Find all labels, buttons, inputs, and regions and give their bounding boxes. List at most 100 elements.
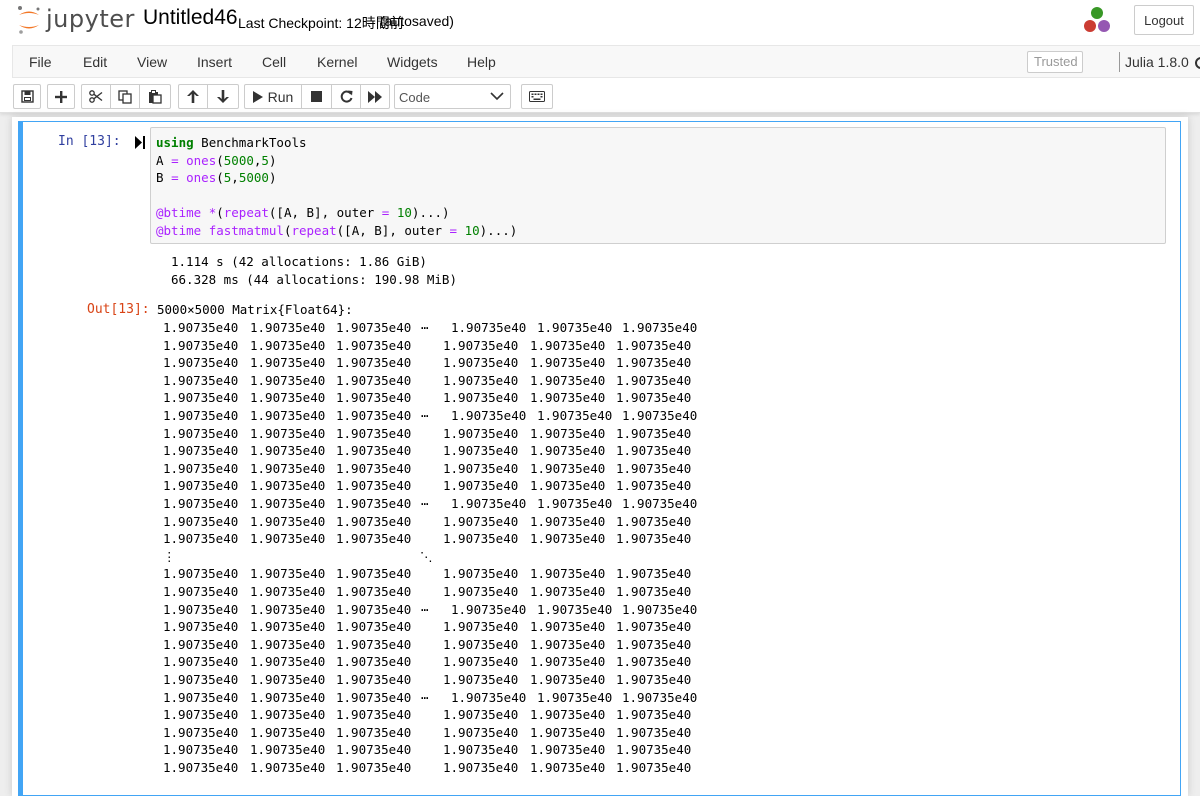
matrix-cell: 1.90735e40 xyxy=(443,355,519,371)
matrix-cell: 1.90735e40 xyxy=(250,724,326,740)
code-text[interactable]: using BenchmarkTools A = ones(5000,5) B … xyxy=(156,134,517,240)
matrix-cell: 1.90735e40 xyxy=(250,584,326,599)
stop-icon xyxy=(311,91,322,102)
matrix-cell: 1.90735e40 xyxy=(336,566,412,582)
chevron-down-icon xyxy=(490,92,504,101)
restart-run-all-button[interactable] xyxy=(360,84,390,109)
matrix-cell: 1.90735e40 xyxy=(530,390,606,406)
matrix-cell: 1.90735e40 xyxy=(443,566,519,582)
matrix-cell: 1.90735e40 xyxy=(616,584,692,599)
matrix-cell: 1.90735e40 xyxy=(616,443,692,459)
menu-edit[interactable]: Edit xyxy=(83,54,107,70)
matrix-cell: 1.90735e40 xyxy=(530,619,606,635)
run-label: Run xyxy=(267,88,294,105)
cell-type-select[interactable]: Code xyxy=(394,84,511,109)
restart-button[interactable] xyxy=(331,84,361,109)
menu-file[interactable]: File xyxy=(29,54,52,70)
matrix-cell: 1.90735e40 xyxy=(616,707,692,723)
matrix-cell: 1.90735e40 xyxy=(530,460,606,476)
menu-view[interactable]: View xyxy=(137,54,167,70)
jupyter-logo[interactable]: jupyter xyxy=(16,4,135,36)
matrix-cell: 1.90735e40 xyxy=(163,601,239,617)
matrix-cell: 1.90735e40 xyxy=(250,337,326,353)
matrix-cell: 1.90735e40 xyxy=(530,478,606,494)
menu-kernel[interactable]: Kernel xyxy=(317,54,357,70)
matrix-cell: 1.90735e40 xyxy=(530,566,606,582)
run-button[interactable]: Run xyxy=(244,84,302,109)
matrix-cell: 1.90735e40 xyxy=(336,390,412,406)
move-down-button[interactable] xyxy=(207,84,239,109)
notebook-name[interactable]: Untitled46 xyxy=(143,6,238,30)
interrupt-button[interactable] xyxy=(301,84,332,109)
kernel-name: Julia 1.8.0 xyxy=(1125,54,1189,70)
matrix-cell: 1.90735e40 xyxy=(336,672,412,687)
matrix-cell: 1.90735e40 xyxy=(250,531,326,547)
matrix-cell: 1.90735e40 xyxy=(163,425,239,441)
arrow-up-icon xyxy=(187,90,199,103)
logo-text: jupyter xyxy=(46,5,135,33)
copy-icon xyxy=(118,89,132,104)
cell-type-value: Code xyxy=(399,90,431,105)
matrix-cell: 1.90735e40 xyxy=(616,724,692,740)
matrix-cell: 1.90735e40 xyxy=(336,355,412,371)
matrix-cell: 1.90735e40 xyxy=(537,689,613,705)
save-button[interactable] xyxy=(13,84,41,109)
matrix-cell: 1.90735e40 xyxy=(163,478,239,494)
matrix-cell: 1.90735e40 xyxy=(443,443,519,459)
matrix-cell: 1.90735e40 xyxy=(336,513,412,529)
matrix-cell: 1.90735e40 xyxy=(530,742,606,758)
jupyter-logo-icon xyxy=(18,6,40,34)
matrix-cell: 1.90735e40 xyxy=(530,531,606,547)
matrix-cell: 1.90735e40 xyxy=(250,443,326,459)
matrix-cell: 1.90735e40 xyxy=(530,443,606,459)
matrix-cell: 1.90735e40 xyxy=(250,689,326,705)
matrix-cell: 1.90735e40 xyxy=(250,760,326,775)
matrix-cell: 1.90735e40 xyxy=(443,636,519,652)
command-palette-button[interactable] xyxy=(521,84,553,109)
matrix-cell: 1.90735e40 xyxy=(537,601,613,617)
matrix-cell: 1.90735e40 xyxy=(616,619,692,635)
matrix-cell: 1.90735e40 xyxy=(336,689,412,705)
hdots: ⋯ xyxy=(421,408,429,423)
move-up-button[interactable] xyxy=(178,84,208,109)
matrix-cell: 1.90735e40 xyxy=(163,443,239,459)
matrix-cell: 1.90735e40 xyxy=(163,513,239,529)
trusted-indicator[interactable]: Trusted xyxy=(1027,51,1083,73)
kernel-idle-icon xyxy=(1195,57,1200,69)
menu-insert[interactable]: Insert xyxy=(197,54,232,70)
run-cell-icon[interactable] xyxy=(135,136,145,149)
matrix-cell: 1.90735e40 xyxy=(616,372,692,388)
autosave-status: (autosaved) xyxy=(380,13,454,29)
matrix-cell: 1.90735e40 xyxy=(530,355,606,371)
matrix-cell: 1.90735e40 xyxy=(616,390,692,406)
result-header: 5000×5000 Matrix{Float64}: xyxy=(157,302,353,317)
matrix-cell: 1.90735e40 xyxy=(530,724,606,740)
menu-cell[interactable]: Cell xyxy=(262,54,286,70)
code-line: using BenchmarkTools xyxy=(156,135,307,150)
header: jupyter Untitled46 Last Checkpoint: 12時間… xyxy=(0,0,1200,113)
cut-button[interactable] xyxy=(81,84,111,109)
fast-forward-icon xyxy=(368,90,382,103)
matrix-cell: 1.90735e40 xyxy=(336,337,412,353)
menu-help[interactable]: Help xyxy=(467,54,496,70)
matrix-cell: 1.90735e40 xyxy=(250,425,326,441)
matrix-cell: 1.90735e40 xyxy=(616,672,692,687)
matrix-cell: 1.90735e40 xyxy=(163,689,239,705)
insert-cell-button[interactable] xyxy=(47,84,75,109)
menu-widgets[interactable]: Widgets xyxy=(387,54,438,70)
matrix-cell: 1.90735e40 xyxy=(336,372,412,388)
matrix-cell: 1.90735e40 xyxy=(530,372,606,388)
logout-button[interactable]: Logout xyxy=(1134,5,1194,35)
matrix-cell: 1.90735e40 xyxy=(443,672,519,687)
copy-button[interactable] xyxy=(110,84,140,109)
matrix-cell: 1.90735e40 xyxy=(250,513,326,529)
matrix-cell: 1.90735e40 xyxy=(336,443,412,459)
matrix-cell: 1.90735e40 xyxy=(163,707,239,723)
matrix-cell: 1.90735e40 xyxy=(616,355,692,371)
matrix-cell: 1.90735e40 xyxy=(451,408,527,423)
matrix-cell: 1.90735e40 xyxy=(336,460,412,476)
matrix-cell: 1.90735e40 xyxy=(616,337,692,353)
code-editor[interactable]: using BenchmarkTools A = ones(5000,5) B … xyxy=(150,127,1166,244)
matrix-cell: 1.90735e40 xyxy=(163,724,239,740)
paste-button[interactable] xyxy=(139,84,171,109)
